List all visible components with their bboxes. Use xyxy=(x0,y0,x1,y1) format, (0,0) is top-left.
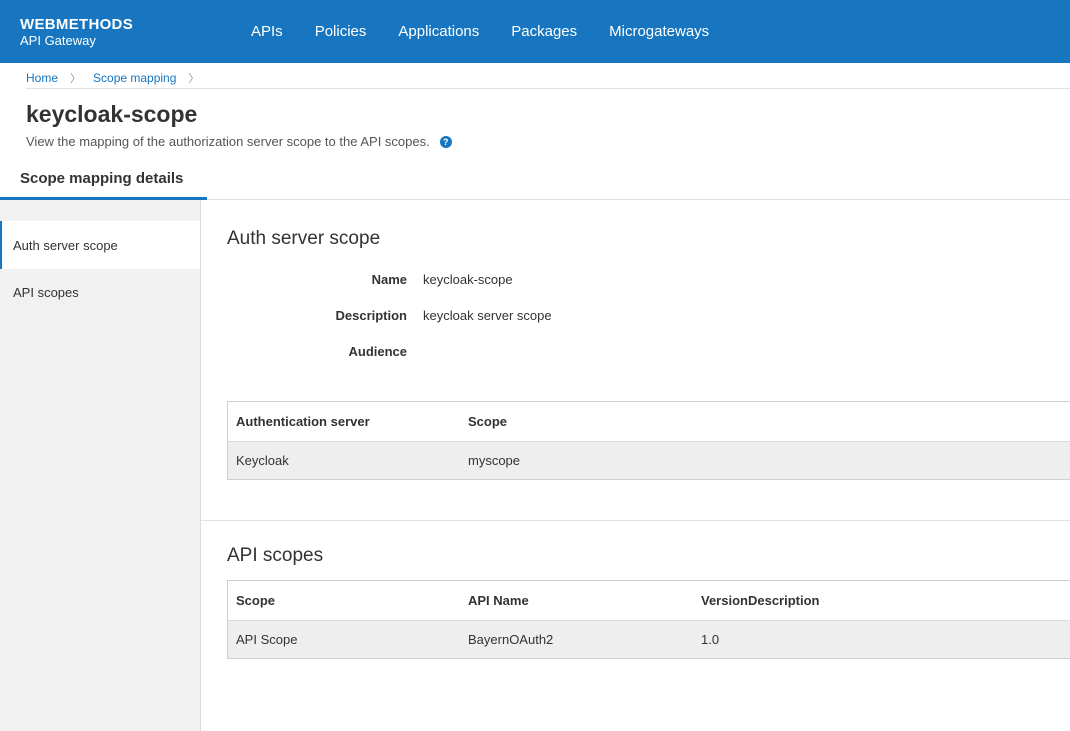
breadcrumb-separator-icon: 〉 xyxy=(188,73,200,85)
breadcrumb-scope-mapping[interactable]: Scope mapping xyxy=(93,71,176,85)
cell-authentication-server: Keycloak xyxy=(236,453,289,468)
cell-scope: API Scope xyxy=(236,632,298,647)
nav-item-applications[interactable]: Applications xyxy=(382,23,495,40)
page-description-text: View the mapping of the authorization se… xyxy=(26,134,430,149)
cell-api-name: BayernOAuth2 xyxy=(468,632,554,647)
main-nav: APIs Policies Applications Packages Micr… xyxy=(235,0,725,63)
page-description: View the mapping of the authorization se… xyxy=(26,134,452,149)
name-label: Name xyxy=(371,272,407,287)
sidebar-item-auth-server-scope[interactable]: Auth server scope xyxy=(0,221,200,269)
table-row[interactable]: API Scope BayernOAuth2 1.0 xyxy=(228,620,1070,658)
nav-item-packages[interactable]: Packages xyxy=(495,23,593,40)
tab-scope-mapping-details[interactable]: Scope mapping details xyxy=(0,160,207,200)
breadcrumb-home[interactable]: Home xyxy=(26,71,58,85)
breadcrumb-divider xyxy=(26,88,1070,89)
api-scopes-heading: API scopes xyxy=(227,545,324,566)
breadcrumb-separator-icon: 〉 xyxy=(70,73,82,85)
brand-logo[interactable]: WEBMETHODS API Gateway xyxy=(20,16,133,48)
tab-divider xyxy=(207,199,1070,200)
auth-server-scope-heading: Auth server scope xyxy=(227,228,381,249)
column-header-version-description[interactable]: VersionDescription xyxy=(693,593,993,608)
audience-label: Audience xyxy=(348,344,407,359)
column-header-api-name[interactable]: API Name xyxy=(460,593,693,608)
brand-name: WEBMETHODS xyxy=(20,16,133,33)
section-sidebar: Auth server scope API scopes xyxy=(0,200,201,731)
breadcrumb: Home 〉 Scope mapping 〉 xyxy=(26,68,211,88)
table-header-row: Authentication server Scope xyxy=(228,402,1070,441)
auth-server-table: Authentication server Scope Keycloak mys… xyxy=(227,401,1070,480)
top-header-bar: WEBMETHODS API Gateway APIs Policies App… xyxy=(0,0,1070,63)
column-header-scope[interactable]: Scope xyxy=(460,414,693,429)
brand-subtitle: API Gateway xyxy=(20,33,96,48)
column-header-scope[interactable]: Scope xyxy=(228,593,460,608)
cell-scope: myscope xyxy=(468,453,521,468)
nav-item-policies[interactable]: Policies xyxy=(299,23,383,40)
nav-item-microgateways[interactable]: Microgateways xyxy=(593,23,725,40)
cell-version: 1.0 xyxy=(701,632,720,647)
name-value: keycloak-scope xyxy=(423,272,513,287)
table-row[interactable]: Keycloak myscope xyxy=(228,441,1070,479)
nav-item-apis[interactable]: APIs xyxy=(235,23,299,40)
sidebar-item-api-scopes[interactable]: API scopes xyxy=(0,268,200,316)
api-scopes-table: Scope API Name VersionDescription API Sc… xyxy=(227,580,1070,659)
question-circle-icon[interactable]: ? xyxy=(439,135,452,148)
column-header-authentication-server[interactable]: Authentication server xyxy=(228,414,460,429)
page-title: keycloak-scope xyxy=(26,101,198,127)
description-value: keycloak server scope xyxy=(423,308,552,323)
description-label: Description xyxy=(335,308,407,323)
table-header-row: Scope API Name VersionDescription xyxy=(228,581,1070,620)
section-divider xyxy=(201,520,1070,521)
